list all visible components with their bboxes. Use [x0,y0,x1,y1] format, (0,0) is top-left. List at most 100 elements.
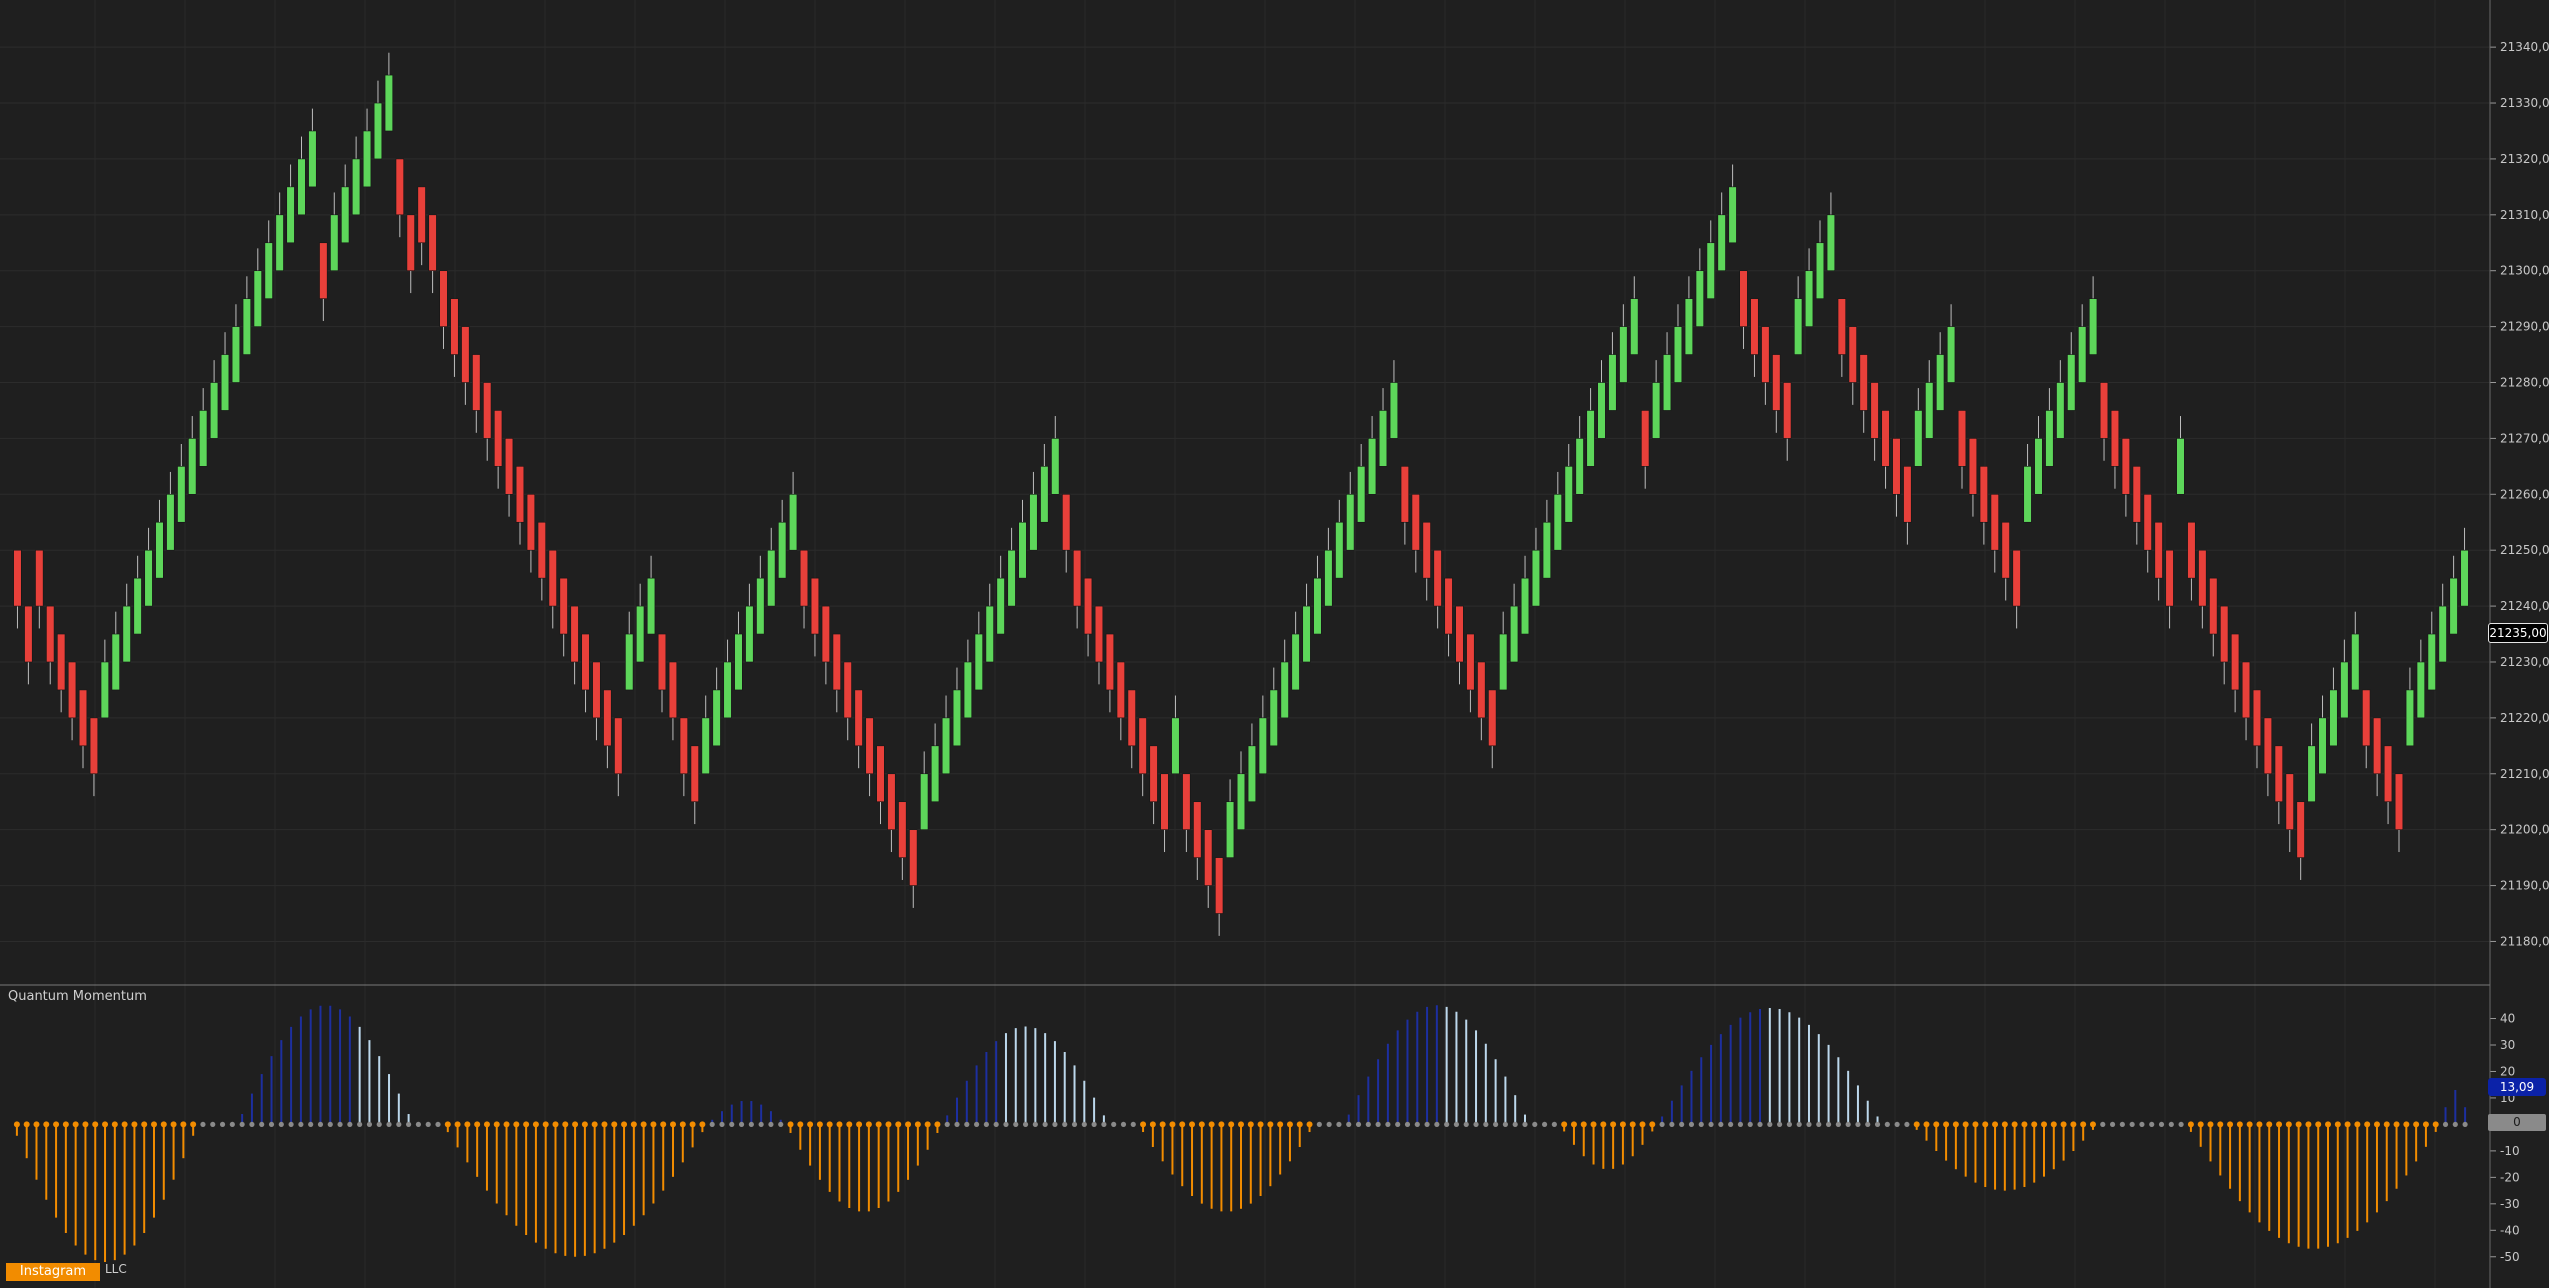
momentum-zero-dot [464,1121,471,1128]
momentum-zero-dot [2021,1121,2028,1128]
price-brick [1881,410,1890,467]
momentum-zero-dot [1590,1121,1597,1128]
price-brick [2263,717,2273,775]
momentum-zero-dot [1346,1121,1352,1128]
momentum-zero-dot [1619,1121,1626,1128]
price-brick [1466,633,1475,691]
momentum-zero-dot [1404,1121,1411,1128]
momentum-zero-dot [1071,1121,1078,1128]
momentum-zero-dot [366,1121,373,1128]
price-brick [1073,549,1082,607]
momentum-zero-dot [1101,1121,1107,1128]
momentum-zero-dot [444,1121,451,1128]
momentum-zero-dot [2050,1121,2057,1128]
price-brick [2340,661,2349,719]
momentum-zero-dot [973,1121,980,1128]
price-brick [2121,438,2131,495]
price-brick [1378,410,1388,467]
momentum-zero-dot [1424,1121,1430,1128]
price-brick [1870,382,1879,439]
price-brick [209,382,219,439]
price-brick [1324,549,1333,607]
price-brick [1204,829,1213,886]
momentum-zero-dot [2139,1121,2145,1128]
price-brick [2241,661,2251,719]
momentum-zero-dot [102,1121,109,1128]
price-brick [974,633,983,691]
price-brick [1990,493,1999,551]
momentum-zero-dot [640,1121,647,1128]
price-tick-label: 21320,00 [2500,152,2549,166]
price-brick [461,326,470,383]
price-brick [1641,410,1650,467]
price-brick [1903,466,1912,523]
momentum-zero-dot [611,1121,618,1128]
momentum-zero-dot [1159,1121,1166,1128]
price-brick [439,270,448,327]
momentum-zero-dot [1267,1121,1274,1128]
momentum-zero-dot [2325,1121,2332,1128]
momentum-zero-dot [1434,1121,1440,1128]
momentum-zero-dot [43,1121,50,1128]
price-brick [1717,214,1726,272]
momentum-zero-dot [111,1121,118,1128]
price-brick [264,242,273,299]
momentum-zero-dot [1718,1121,1724,1128]
price-brick [2187,521,2196,579]
momentum-zero-dot [1228,1121,1235,1128]
momentum-zero-dot [1835,1121,1841,1128]
momentum-zero-dot [1512,1121,1518,1128]
price-brick [2209,577,2218,635]
momentum-zero-dot [376,1121,382,1128]
price-brick [2405,689,2415,747]
price-brick [1160,773,1169,830]
price-brick [504,438,514,495]
momentum-zero-dot [1483,1121,1489,1128]
momentum-zero-dot [1943,1121,1950,1128]
momentum-zero-dot [259,1121,265,1128]
chart-area[interactable]: 21180,00 21190,00 21200,00 21210,00 21220,00… [0,0,2549,1288]
price-brick [1946,326,1956,383]
momentum-zero-dot [268,1121,275,1128]
price-brick [1673,326,1683,383]
momentum-zero-dot [679,1121,686,1128]
momentum-zero-dot [699,1121,706,1128]
price-brick [996,577,1005,635]
momentum-tick-label: -20 [2500,1170,2520,1184]
price-brick [351,158,361,216]
momentum-zero-dot [1923,1121,1930,1128]
momentum-zero-dot [1365,1121,1371,1128]
price-brick [2274,745,2283,803]
momentum-zero-dot [914,1121,921,1128]
momentum-zero-dot [415,1121,422,1128]
momentum-zero-dot [523,1121,530,1128]
price-brick [428,214,437,272]
price-brick [1695,270,1704,327]
price-brick [341,186,350,244]
momentum-zero-dot [532,1121,539,1128]
price-brick [133,577,142,635]
price-brick [898,801,907,858]
price-brick [2045,410,2054,467]
price-brick [1914,410,1923,467]
momentum-zero-dot [425,1121,431,1128]
momentum-zero-dot [885,1121,892,1128]
momentum-zero-dot [2364,1121,2371,1128]
price-brick [122,605,131,663]
momentum-zero-dot [1570,1121,1577,1128]
momentum-zero-dot [2246,1121,2253,1128]
price-brick [690,745,699,803]
momentum-zero-dot [13,1121,20,1128]
price-brick [1007,549,1016,607]
momentum-zero-dot [298,1121,304,1128]
momentum-zero-dot [1032,1121,1038,1128]
momentum-zero-dot [2070,1121,2077,1128]
price-brick [810,577,820,635]
price-brick [13,549,22,607]
price-brick [2351,633,2360,691]
momentum-zero-dot [2344,1121,2351,1128]
price-brick [2099,382,2109,439]
momentum-zero-dot [190,1121,197,1128]
price-brick [1761,326,1770,383]
momentum-zero-dot [2178,1121,2184,1128]
